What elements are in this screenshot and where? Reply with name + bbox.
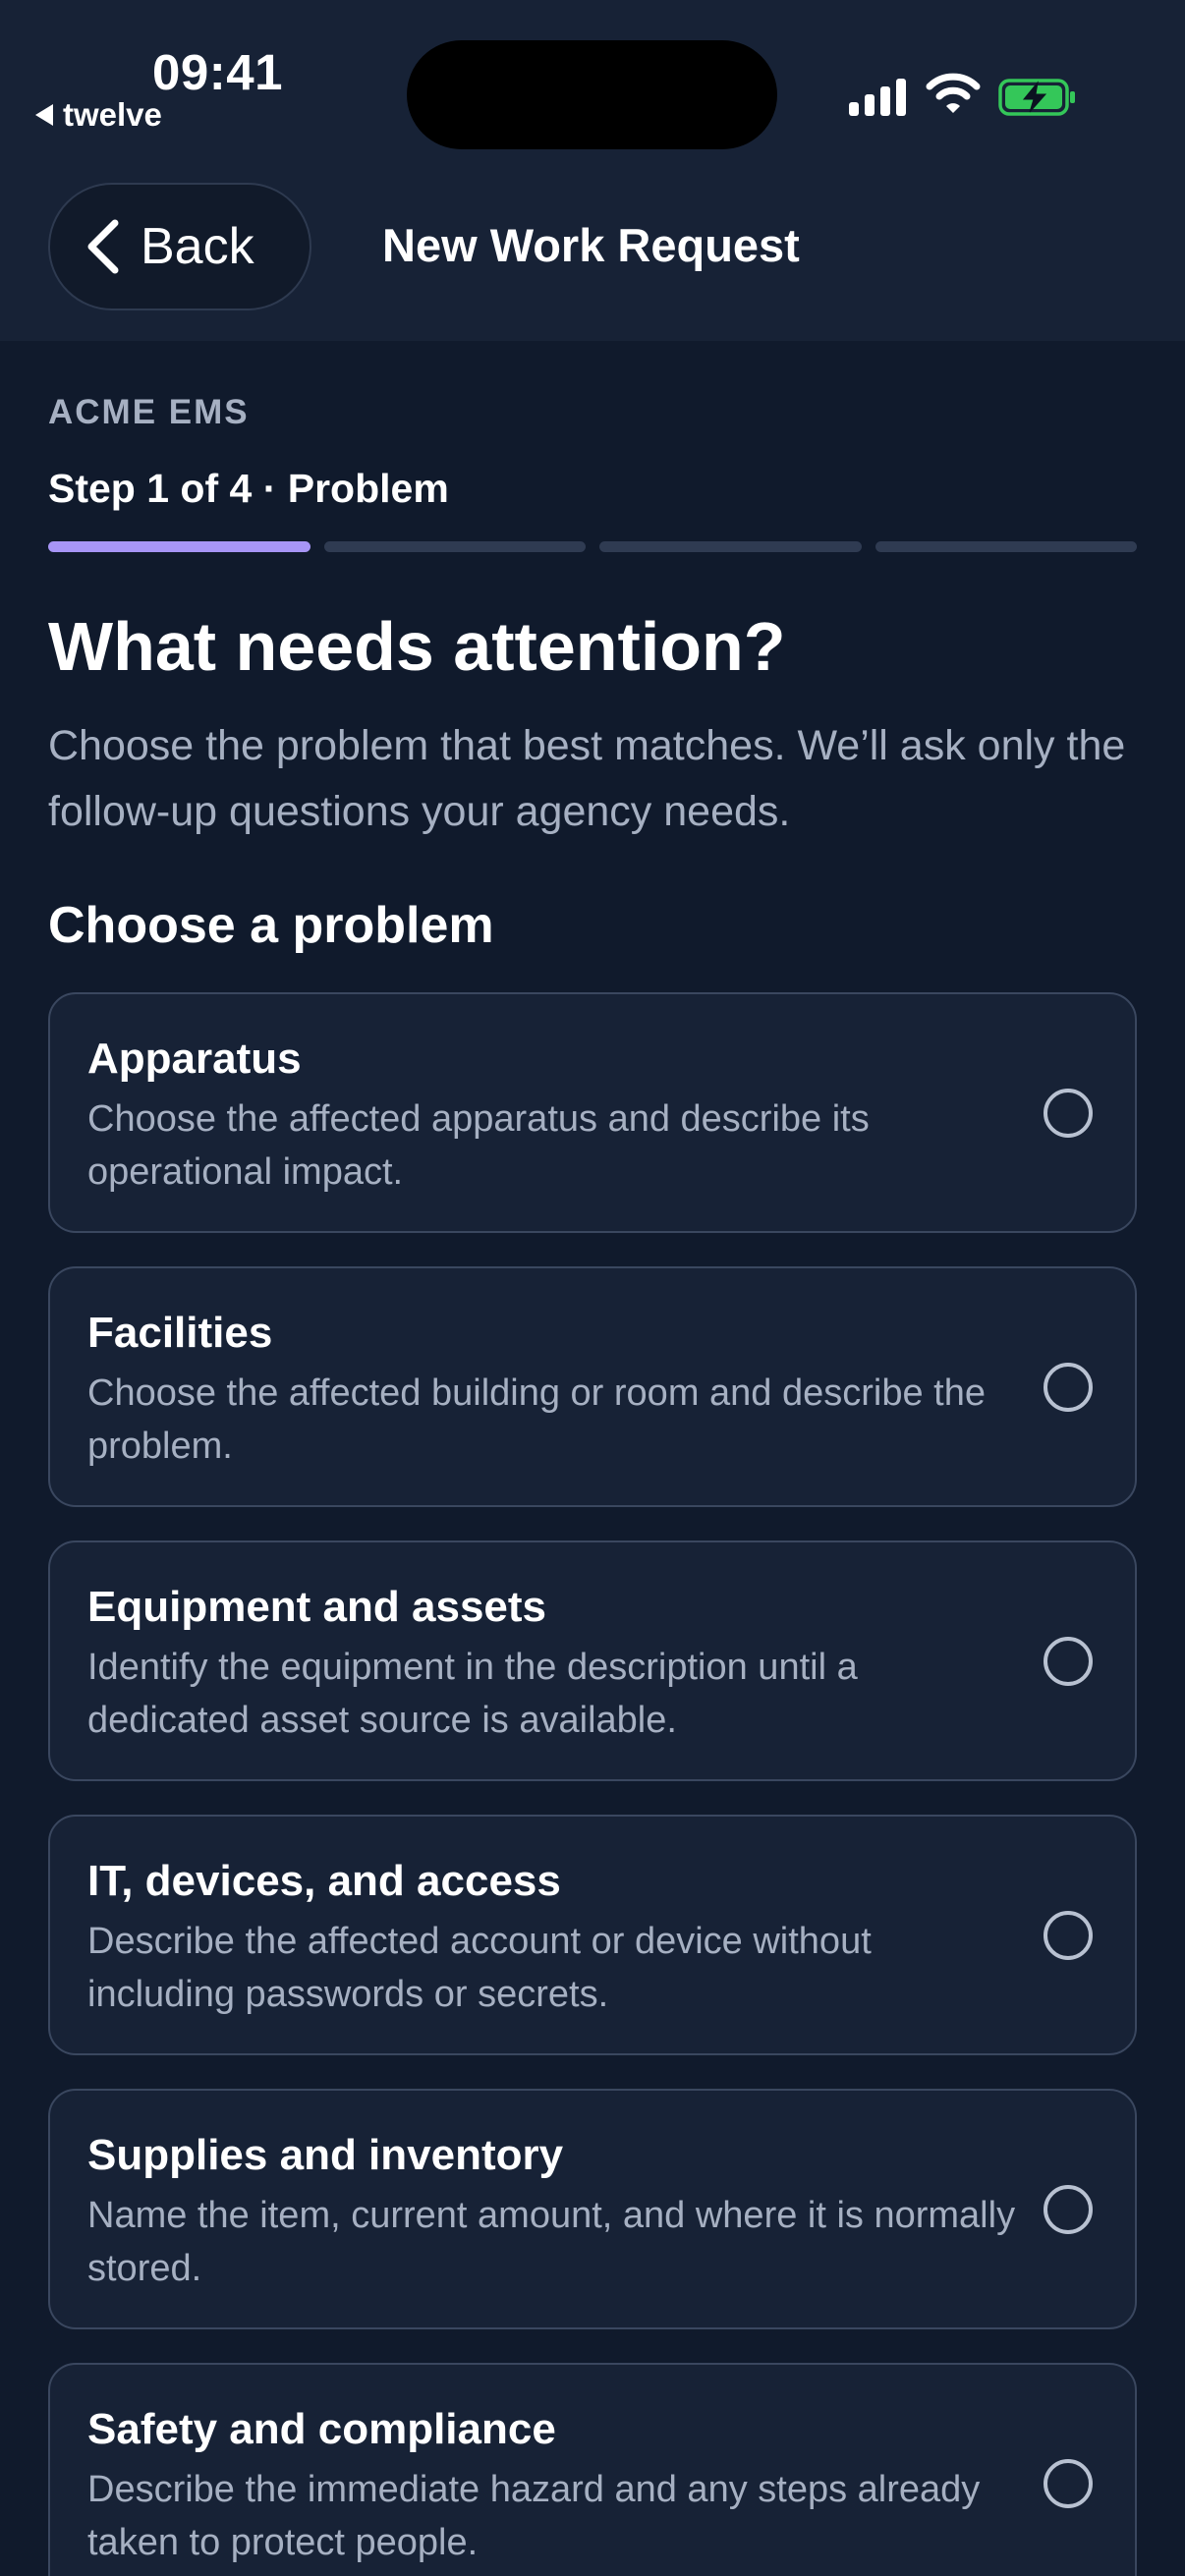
option-safety-and-compliance[interactable]: Safety and compliance Describe the immed…	[48, 2363, 1137, 2576]
option-title: Equipment and assets	[87, 1583, 547, 1631]
option-description: Name the item, current amount, and where…	[87, 2195, 1016, 2289]
status-back-to-app[interactable]: twelve	[35, 96, 162, 134]
dynamic-island	[407, 40, 777, 149]
progress-segment-3	[599, 541, 862, 552]
page-title: New Work Request	[382, 219, 800, 271]
option-apparatus[interactable]: Apparatus Choose the affected apparatus …	[48, 992, 1137, 1233]
top-bar: 09:41 twelve Back New Work Request	[0, 0, 1185, 341]
option-description: Describe the immediate hazard and any st…	[87, 2469, 981, 2563]
back-triangle-icon	[35, 104, 53, 126]
screen: 09:41 twelve Back New Work Request ACME …	[0, 0, 1185, 2576]
back-button-label: Back	[141, 218, 254, 275]
radio-button-icon[interactable]	[1044, 2458, 1093, 2508]
step-indicator: Step 1 of 4 · Problem	[48, 466, 449, 511]
radio-button-icon[interactable]	[1044, 1910, 1093, 1960]
option-it-devices-and-access[interactable]: IT, devices, and access Describe the aff…	[48, 1815, 1137, 2055]
option-title: Safety and compliance	[87, 2405, 556, 2453]
headline: What needs attention?	[48, 608, 786, 685]
cellular-signal-icon	[849, 71, 908, 116]
option-description: Choose the affected apparatus and descri…	[87, 1098, 870, 1193]
option-title: Facilities	[87, 1309, 273, 1357]
option-equipment-and-assets[interactable]: Equipment and assets Identify the equipm…	[48, 1540, 1137, 1781]
option-description: Describe the affected account or device …	[87, 1921, 872, 2015]
battery-charging-icon	[998, 79, 1075, 116]
option-title: Apparatus	[87, 1035, 302, 1083]
problem-options-list: Apparatus Choose the affected apparatus …	[48, 992, 1137, 2576]
radio-button-icon[interactable]	[1044, 1636, 1093, 1686]
radio-button-icon[interactable]	[1044, 2184, 1093, 2234]
step-progress-bar	[48, 541, 1137, 552]
option-description: Identify the equipment in the descriptio…	[87, 1647, 858, 1741]
back-button[interactable]: Back	[48, 183, 311, 310]
progress-segment-1	[48, 541, 310, 552]
option-facilities[interactable]: Facilities Choose the affected building …	[48, 1266, 1137, 1507]
wifi-icon	[926, 73, 981, 113]
progress-segment-2	[323, 541, 586, 552]
option-supplies-and-inventory[interactable]: Supplies and inventory Name the item, cu…	[48, 2089, 1137, 2329]
option-title: Supplies and inventory	[87, 2131, 564, 2179]
section-title: Choose a problem	[48, 897, 494, 954]
option-description: Choose the affected building or room and…	[87, 1372, 987, 1467]
agency-name: ACME EMS	[48, 393, 250, 431]
progress-segment-4	[875, 541, 1137, 552]
status-time: 09:41	[152, 44, 283, 100]
chevron-left-icon	[87, 219, 119, 274]
subtext: Choose the problem that best matches. We…	[48, 722, 1126, 835]
radio-button-icon[interactable]	[1044, 1362, 1093, 1412]
radio-button-icon[interactable]	[1044, 1088, 1093, 1138]
status-back-app-label: twelve	[63, 96, 162, 133]
option-title: IT, devices, and access	[87, 1857, 561, 1905]
